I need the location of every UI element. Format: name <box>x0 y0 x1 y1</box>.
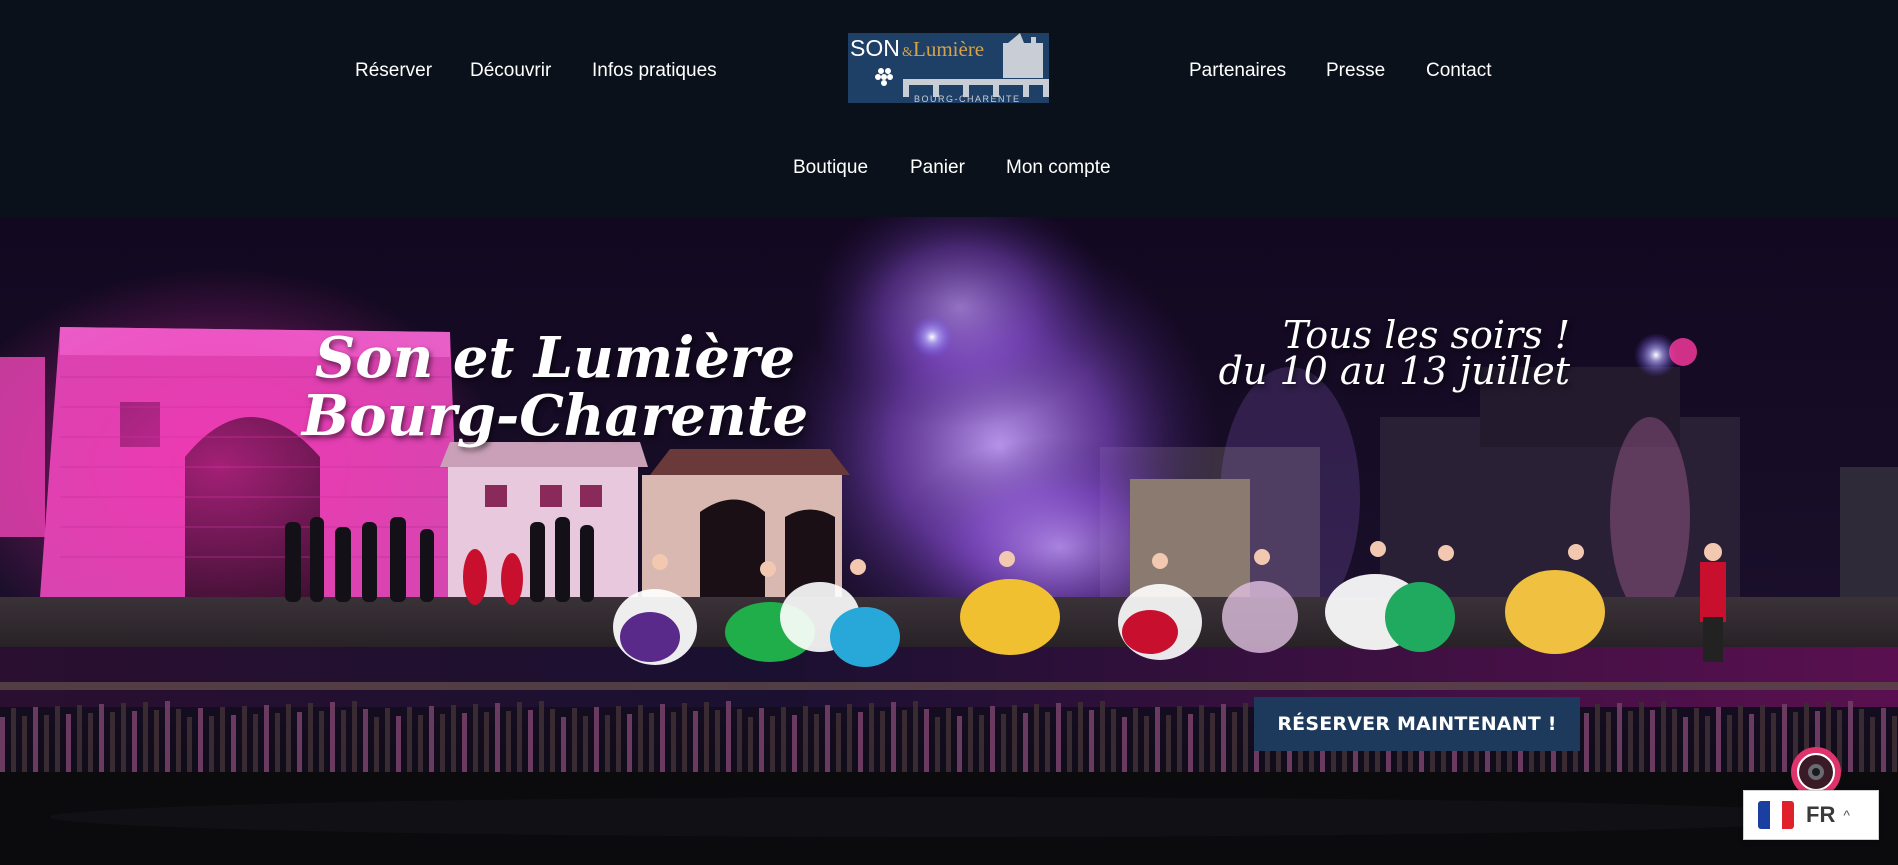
logo-amp-text: & <box>902 45 913 60</box>
nav-link-boutique[interactable]: Boutique <box>793 157 868 179</box>
nav-link-reserver[interactable]: Réserver <box>355 60 432 82</box>
hero-background-image <box>0 217 1898 865</box>
hero-title-line-1: Son et Lumière <box>314 325 796 391</box>
language-switcher[interactable]: FR ^ <box>1743 790 1879 840</box>
hero-dates-line-1: Tous les soirs ! <box>1282 313 1570 357</box>
nav-link-mon-compte[interactable]: Mon compte <box>1006 157 1111 179</box>
site-header: Réserver Découvrir Infos pratiques SON &… <box>0 0 1898 217</box>
nav-link-partenaires[interactable]: Partenaires <box>1189 60 1286 82</box>
hero-title: Son et Lumière Bourg-Charente <box>300 329 810 445</box>
nav-link-infos-pratiques[interactable]: Infos pratiques <box>592 60 717 82</box>
nav-link-decouvrir[interactable]: Découvrir <box>470 60 551 82</box>
hero-title-line-2: Bourg-Charente <box>301 383 809 449</box>
hero-dates: Tous les soirs ! du 10 au 13 juillet <box>1160 313 1570 393</box>
nav-link-panier[interactable]: Panier <box>910 157 965 179</box>
hero-banner: Son et Lumière Bourg-Charente Tous les s… <box>0 217 1898 865</box>
nav-link-presse[interactable]: Presse <box>1326 60 1385 82</box>
logo-son-text: SON <box>850 35 900 61</box>
language-label: FR <box>1806 802 1836 827</box>
nav-link-contact[interactable]: Contact <box>1426 60 1491 82</box>
hero-dates-line-2: du 10 au 13 juillet <box>1218 349 1570 393</box>
logo-lumiere-text: Lumière <box>913 37 984 61</box>
logo-place-text: BOURG-CHARENTE <box>914 94 1021 103</box>
chevron-up-icon: ^ <box>1843 807 1850 823</box>
site-logo[interactable]: SON & Lumière BOURG-CHARENTE <box>848 33 1049 104</box>
france-flag-icon <box>1758 801 1794 829</box>
page: Réserver Découvrir Infos pratiques SON &… <box>0 0 1898 865</box>
reserve-now-button[interactable]: RÉSERVER MAINTENANT ! <box>1254 697 1580 751</box>
